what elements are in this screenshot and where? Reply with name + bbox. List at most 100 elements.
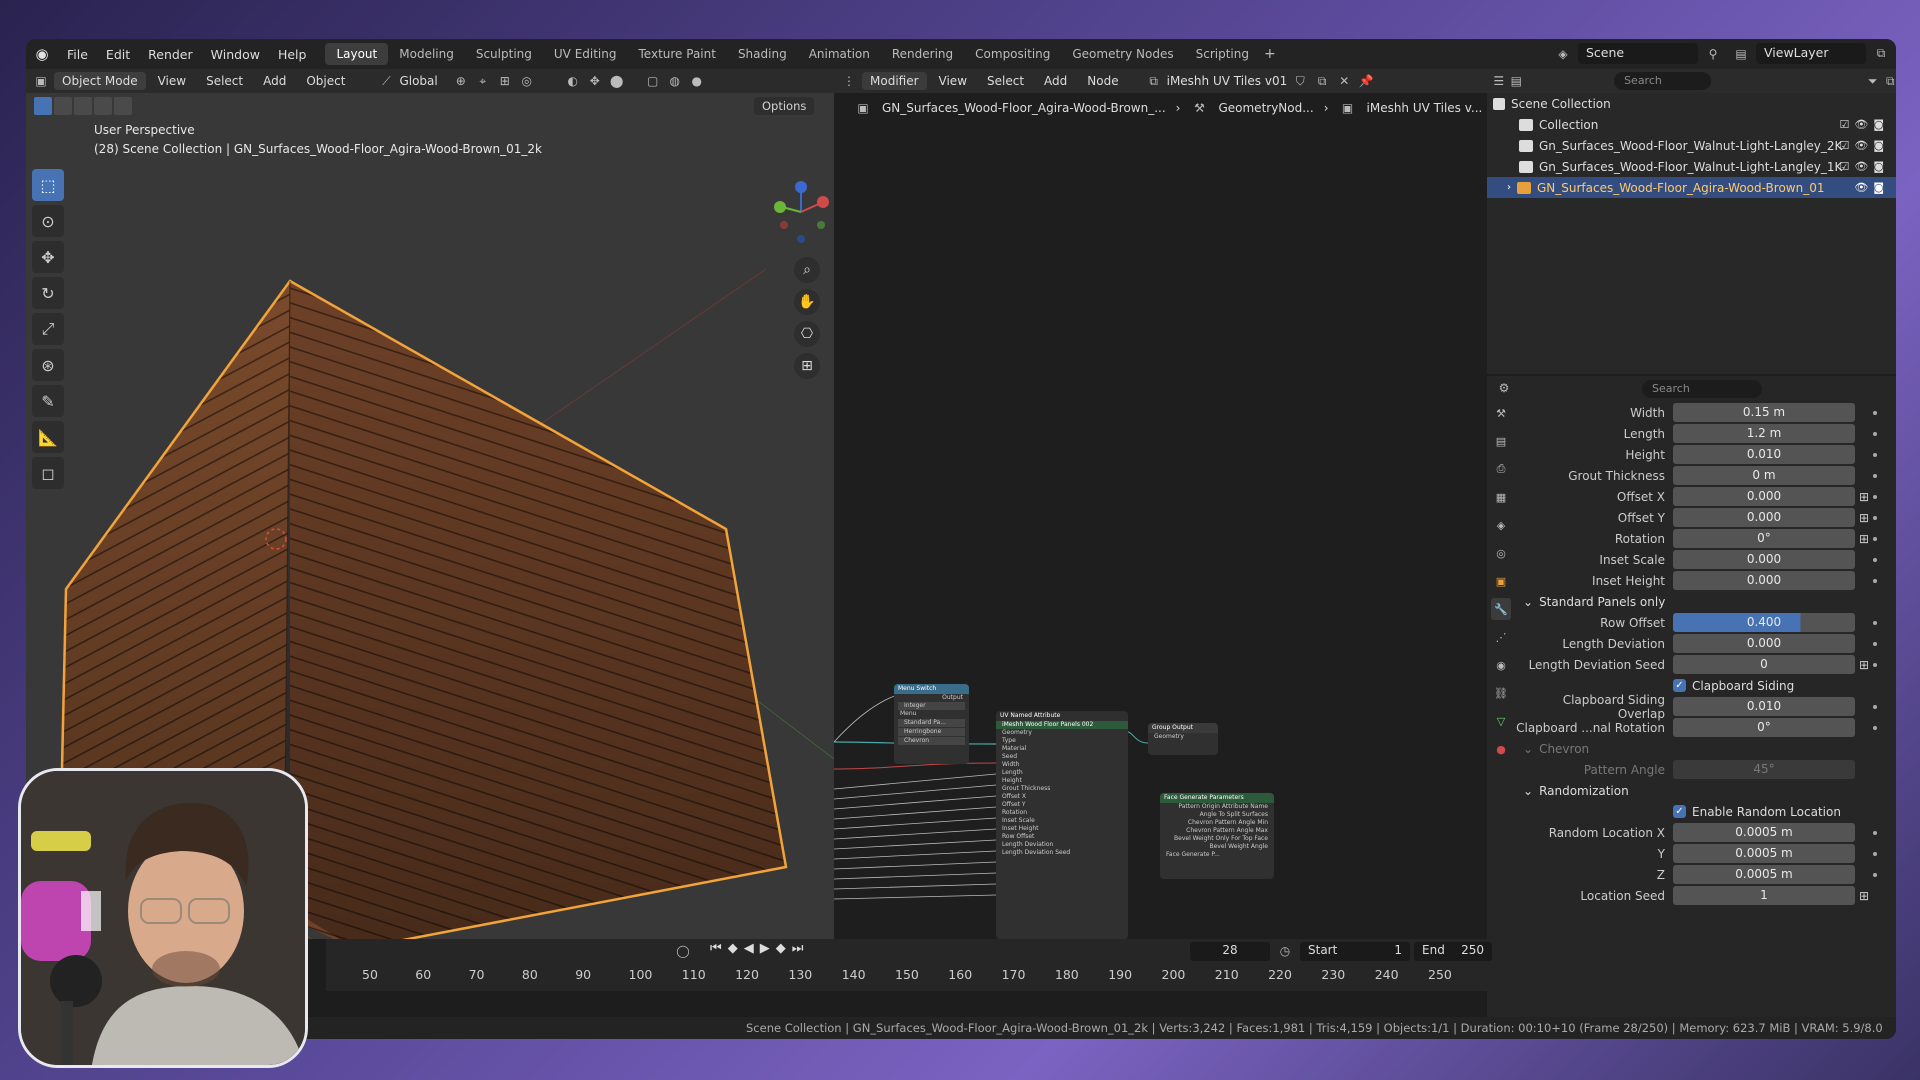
prop-random-z-field[interactable]: 0.0005 m [1673, 865, 1855, 884]
outliner-root[interactable]: Scene Collection [1487, 93, 1896, 114]
eye-icon[interactable]: 👁 [1854, 118, 1868, 131]
pin-icon[interactable]: ⚲ [1704, 45, 1722, 63]
start-frame-field[interactable]: Start 1 [1300, 942, 1410, 961]
prop-offset-y-field[interactable]: 0.000 [1673, 508, 1855, 527]
transform-orientation-icon[interactable]: ⟋ [377, 72, 395, 90]
select-extend-icon[interactable] [54, 97, 72, 115]
keyframe-dot-icon[interactable] [1873, 578, 1877, 583]
editor-type-icon[interactable]: ▣ [32, 72, 50, 90]
wood-floor-panels-node[interactable]: UV Named Attribute iMeshh Wood Floor Pan… [996, 711, 1128, 939]
tab-geometry-nodes[interactable]: Geometry Nodes [1061, 43, 1184, 65]
visibility-icon[interactable]: ◐ [564, 72, 582, 90]
overlay-icon[interactable]: ⬤ [608, 72, 626, 90]
tool-tab-icon[interactable]: ⚒ [1491, 402, 1511, 424]
pivot-icon[interactable]: ⊕ [452, 72, 470, 90]
frame-ruler[interactable]: 50 60 70 80 90 100 110 120 130 140 150 160 170 180 190… [326, 967, 1496, 987]
prop-grout-field[interactable]: 0 m [1673, 466, 1855, 485]
prop-offset-x-field[interactable]: 0.000 [1673, 487, 1855, 506]
keyframe-dot-icon[interactable] [1873, 872, 1877, 877]
scene-icon[interactable]: ◈ [1554, 45, 1572, 63]
prop-width-field[interactable]: 0.15 m [1673, 403, 1855, 422]
tab-rendering[interactable]: Rendering [881, 43, 964, 65]
viewport-menu-object[interactable]: Object [298, 74, 353, 88]
node-socket-label[interactable]: Standard Pa... [898, 719, 965, 727]
select-subtract-icon[interactable] [74, 97, 92, 115]
prop-random-y-field[interactable]: 0.0005 m [1673, 844, 1855, 863]
keyframe-dot-icon[interactable] [1873, 557, 1877, 562]
node-socket-label[interactable]: Chevron [898, 737, 965, 745]
keyframe-dot-icon[interactable] [1873, 662, 1877, 667]
eye-icon[interactable]: 👁 [1854, 139, 1868, 152]
prop-enable-random-location[interactable]: ✓ Enable Random Location [1515, 801, 1895, 822]
node-editor[interactable]: ⋮ Modifier View Select Add Node ⧉ iMeshh… [834, 69, 1487, 939]
tab-layout[interactable]: Layout [325, 43, 389, 65]
gizmo-toggle-icon[interactable]: ✥ [586, 72, 604, 90]
panel-standard-panels[interactable]: ⌄ Standard Panels only [1515, 591, 1895, 612]
new-viewlayer-icon[interactable]: ⧉ [1872, 45, 1890, 63]
attribute-toggle-icon[interactable]: ⊞ [1859, 490, 1869, 504]
timeline[interactable]: ◯ ⏮ ◆ ◀ ▶ ◆ ⏭ 28 ◷ Start 1 End 250 50 60 70 8… [326, 939, 1496, 991]
tab-texture-paint[interactable]: Texture Paint [628, 43, 727, 65]
prop-location-seed-field[interactable]: 1 [1673, 886, 1855, 905]
keyframe-dot-icon[interactable] [1873, 431, 1877, 436]
add-workspace-icon[interactable]: + [1264, 46, 1276, 62]
tab-animation[interactable]: Animation [798, 43, 881, 65]
rotate-icon[interactable]: ↻ [32, 277, 64, 309]
keyframe-dot-icon[interactable] [1873, 515, 1877, 520]
camera-render-icon[interactable]: ◙ [1873, 160, 1884, 173]
outliner-search-input[interactable]: Search [1614, 72, 1711, 90]
output-tab-icon[interactable]: ⎙ [1491, 458, 1511, 480]
checkbox-checked-icon[interactable]: ✓ [1673, 805, 1686, 818]
options-dropdown[interactable]: Options [754, 97, 815, 115]
outliner-item[interactable]: Gn_Surfaces_Wood-Floor_Walnut-Light-Lang… [1487, 156, 1896, 177]
prop-length-field[interactable]: 1.2 m [1673, 424, 1855, 443]
display-mode-icon[interactable]: ▤ [1511, 72, 1523, 90]
annotate-icon[interactable]: ✎ [32, 385, 64, 417]
orientation-dropdown[interactable]: Global [399, 74, 437, 88]
blender-logo-icon[interactable]: ◉ [32, 44, 52, 64]
keyframe-dot-icon[interactable] [1873, 473, 1877, 478]
keyframe-dot-icon[interactable] [1873, 725, 1877, 730]
tab-uv-editing[interactable]: UV Editing [543, 43, 628, 65]
node-socket-label[interactable]: Herringbone [898, 728, 965, 736]
tab-sculpting[interactable]: Sculpting [465, 43, 543, 65]
mode-dropdown[interactable]: Object Mode [54, 72, 146, 90]
keyframe-dot-icon[interactable] [1873, 851, 1877, 856]
panel-chevron[interactable]: ⌄ Chevron [1515, 738, 1895, 759]
keyframe-dot-icon[interactable] [1873, 452, 1877, 457]
prop-clapboard-overlap-field[interactable]: 0.010 [1673, 697, 1855, 716]
checkbox-checked-icon[interactable]: ✓ [1673, 679, 1686, 692]
new-collection-icon[interactable]: ⧉ [1884, 72, 1896, 90]
tab-compositing[interactable]: Compositing [964, 43, 1061, 65]
prop-inset-height-field[interactable]: 0.000 [1673, 571, 1855, 590]
ortho-grid-icon[interactable]: ⊞ [794, 353, 820, 379]
checkbox-icon[interactable]: ☑ [1839, 118, 1849, 131]
menu-help[interactable]: Help [269, 47, 316, 62]
keyframe-dot-icon[interactable] [1873, 830, 1877, 835]
attribute-toggle-icon[interactable]: ⊞ [1859, 532, 1869, 546]
object-tab-icon[interactable]: ▣ [1491, 570, 1511, 592]
tab-scripting[interactable]: Scripting [1185, 43, 1260, 65]
render-tab-icon[interactable]: ▤ [1491, 430, 1511, 452]
outliner-item-selected[interactable]: › GN_Surfaces_Wood-Floor_Agira-Wood-Brow… [1487, 177, 1896, 198]
outliner-item[interactable]: Gn_Surfaces_Wood-Floor_Walnut-Light-Lang… [1487, 135, 1896, 156]
pan-hand-icon[interactable]: ✋ [794, 289, 820, 315]
select-new-icon[interactable] [34, 97, 52, 115]
world-tab-icon[interactable]: ◎ [1491, 542, 1511, 564]
attribute-toggle-icon[interactable]: ⊞ [1859, 889, 1869, 903]
navigation-gizmo[interactable] [766, 177, 834, 247]
solid-shading-icon[interactable]: ● [688, 72, 706, 90]
prop-length-deviation-field[interactable]: 0.000 [1673, 634, 1855, 653]
prop-height-field[interactable]: 0.010 [1673, 445, 1855, 464]
constraints-tab-icon[interactable]: ⛓ [1491, 682, 1511, 704]
node-socket-label[interactable]: Integer [898, 702, 965, 710]
viewlayer-icon[interactable]: ▤ [1732, 45, 1750, 63]
viewport-menu-view[interactable]: View [150, 74, 194, 88]
snap-grid-icon[interactable]: ⊞ [496, 72, 514, 90]
record-icon[interactable]: ◯ [674, 942, 692, 960]
wireframe-shading-icon[interactable]: ◍ [666, 72, 684, 90]
menu-render[interactable]: Render [139, 47, 202, 62]
menu-switch-node[interactable]: Menu Switch Output Integer Menu Standard… [894, 684, 969, 764]
add-cube-icon[interactable]: ◻ [32, 457, 64, 489]
prev-keyframe-icon[interactable]: ◆ [728, 941, 738, 956]
